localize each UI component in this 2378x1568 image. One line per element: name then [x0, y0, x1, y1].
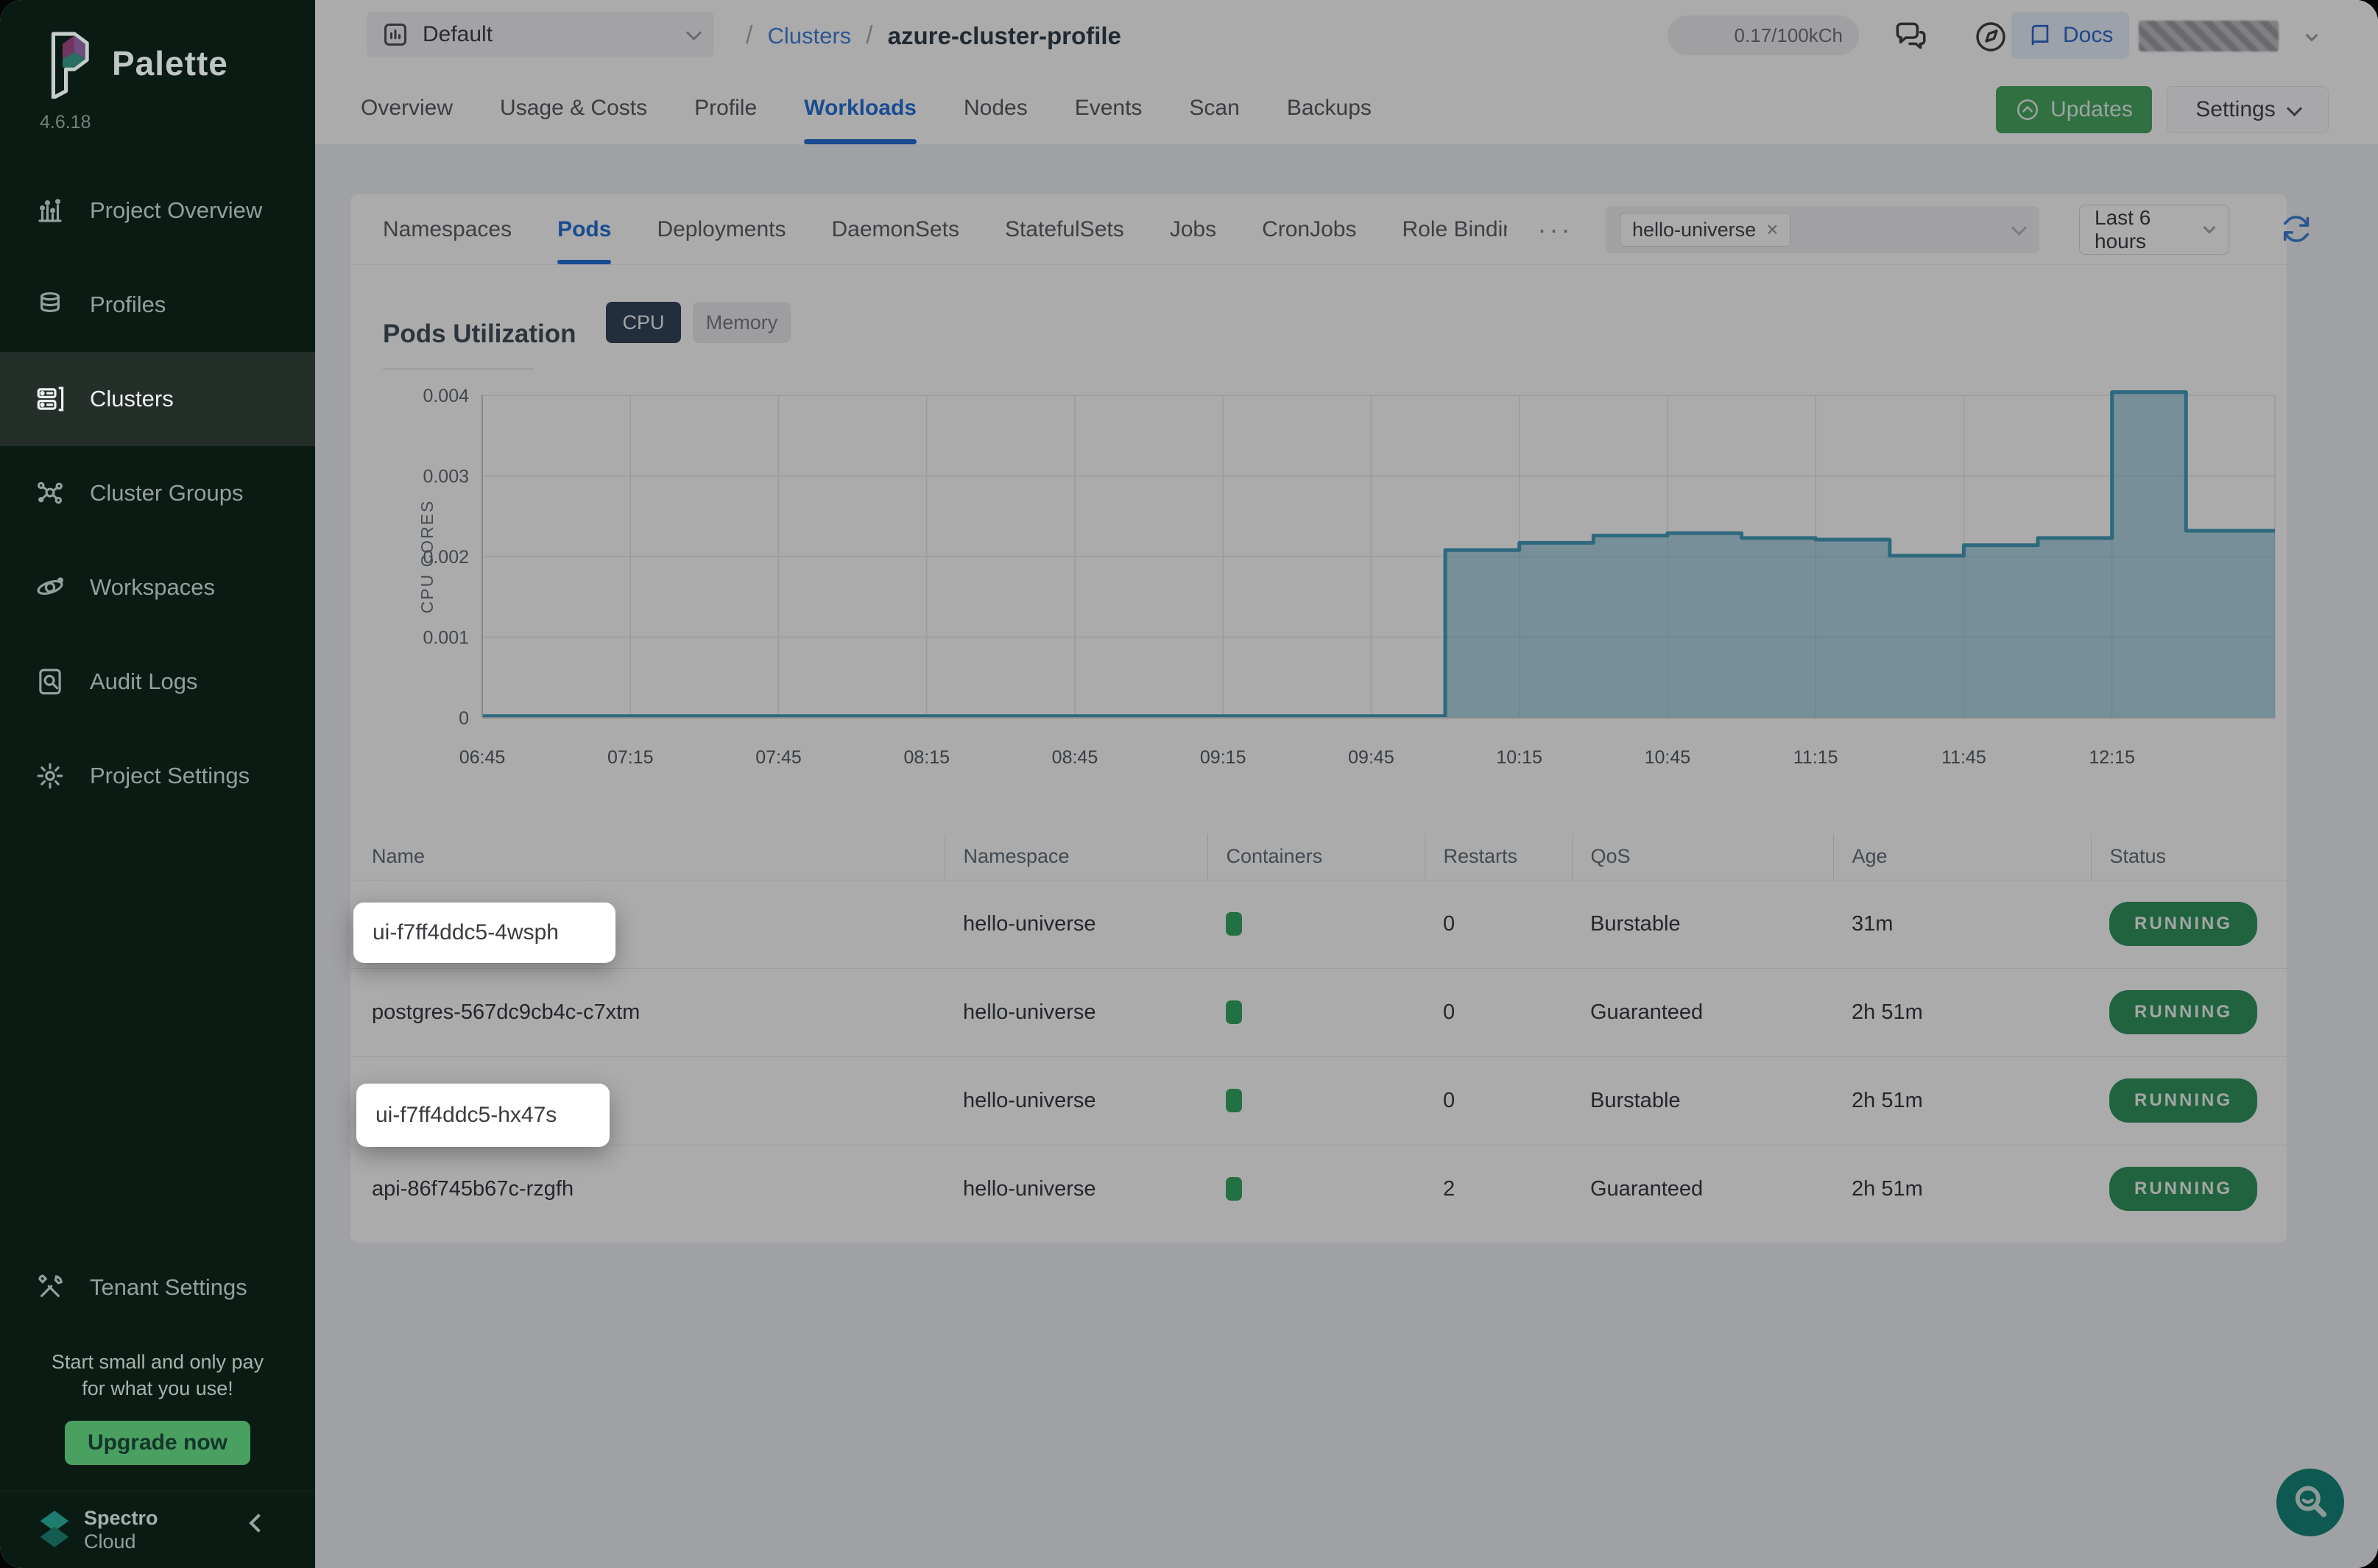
sidebar-item-label: Audit Logs [90, 668, 198, 695]
collapse-sidebar-icon[interactable] [249, 1514, 267, 1532]
tools-icon [35, 1272, 66, 1303]
sidebar-item-project-settings[interactable]: Project Settings [0, 729, 315, 823]
sidebar-item-project-overview[interactable]: Project Overview [0, 163, 315, 258]
sidebar-item-workspaces[interactable]: Workspaces [0, 540, 315, 635]
sidebar: Palette 4.6.18 Project Overview Profiles [0, 0, 315, 1568]
server-icon [35, 384, 66, 414]
upgrade-promo: Start small and only pay for what you us… [0, 1349, 315, 1465]
brand-line2: Cloud [84, 1530, 158, 1553]
upgrade-now-button[interactable]: Upgrade now [65, 1421, 250, 1465]
spotlight-pod-name-2[interactable]: ui-f7ff4ddc5-hx47s [356, 1084, 610, 1147]
sidebar-item-profiles[interactable]: Profiles [0, 258, 315, 352]
sidebar-item-label: Tenant Settings [90, 1274, 247, 1301]
palette-app-window: Palette 4.6.18 Project Overview Profiles [0, 0, 2378, 1568]
sidebar-item-label: Profiles [90, 292, 166, 318]
app-version: 4.6.18 [40, 112, 91, 133]
orbit-icon [35, 572, 66, 603]
sidebar-item-label: Clusters [90, 386, 174, 412]
layers-icon [35, 289, 66, 320]
app-name: Palette [112, 43, 228, 83]
sidebar-item-label: Cluster Groups [90, 480, 243, 506]
sidebar-item-label: Workspaces [90, 574, 215, 601]
palette-logo: Palette [41, 28, 228, 99]
main-content: Default / Clusters / azure-cluster-profi… [315, 0, 2378, 1568]
tour-dim-overlay [315, 0, 2378, 1568]
spectro-cloud-brand: Spectro Cloud [37, 1506, 158, 1553]
sidebar-item-label: Project Overview [90, 197, 262, 224]
sidebar-item-cluster-groups[interactable]: Cluster Groups [0, 446, 315, 540]
palette-logo-icon [41, 28, 96, 99]
sidebar-item-tenant-settings[interactable]: Tenant Settings [0, 1240, 315, 1335]
network-icon [35, 478, 66, 509]
sidebar-footer: Spectro Cloud [0, 1491, 315, 1568]
sidebar-item-audit-logs[interactable]: Audit Logs [0, 635, 315, 729]
sidebar-nav: Project Overview Profiles Clusters [0, 163, 315, 823]
sidebar-item-clusters[interactable]: Clusters [0, 352, 315, 446]
promo-line1: Start small and only pay [0, 1349, 315, 1375]
gear-icon [35, 760, 66, 791]
bar-chart-icon [35, 195, 66, 226]
spotlight-pod-name-1[interactable]: ui-f7ff4ddc5-4wsph [353, 903, 615, 963]
spectro-cloud-logo-icon [37, 1509, 72, 1550]
doc-search-icon [35, 666, 66, 697]
sidebar-item-label: Project Settings [90, 763, 250, 789]
promo-line2: for what you use! [0, 1375, 315, 1402]
brand-line1: Spectro [84, 1507, 158, 1529]
